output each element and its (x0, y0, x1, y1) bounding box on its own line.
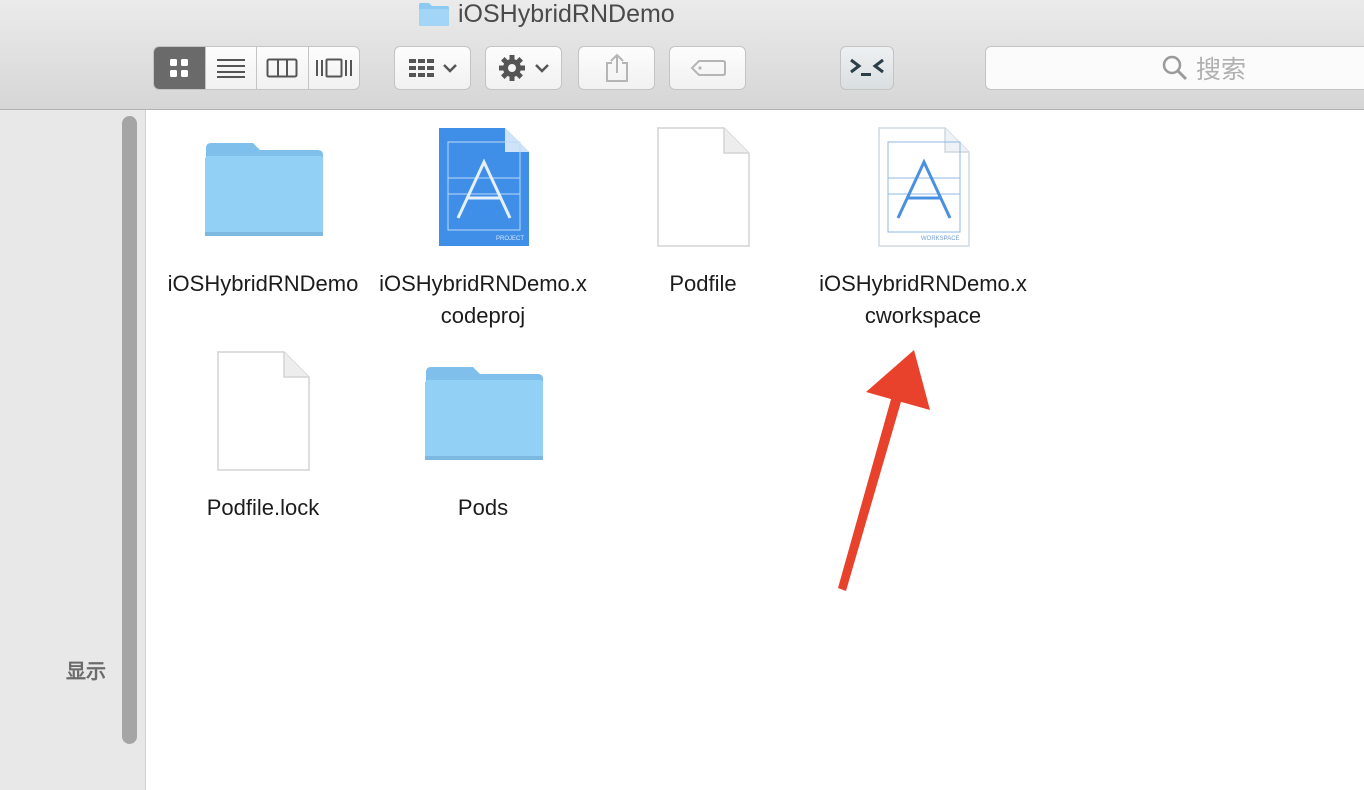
terminal-icon (850, 58, 884, 76)
column-view-button[interactable] (257, 47, 309, 89)
list-view-button[interactable] (206, 47, 257, 89)
workspace-badge-text: WORKSPACE (921, 236, 960, 242)
sidebar-show-label[interactable]: 显示 (66, 655, 106, 684)
terminal-button[interactable] (840, 46, 894, 90)
window-toolbar: iOSHybridRNDemo 搜索 (0, 0, 1364, 110)
file-item-folder[interactable]: iOSHybridRNDemo (158, 118, 368, 300)
file-name: iOSHybridRNDemo (167, 271, 359, 296)
coverflow-view-button[interactable] (309, 47, 360, 89)
window-title: iOSHybridRNDemo (418, 0, 675, 28)
arrange-button[interactable] (394, 46, 471, 90)
share-icon (605, 53, 628, 82)
coverflow-icon (315, 58, 352, 78)
arrange-grid-icon (408, 59, 457, 77)
file-item-xcodeproj[interactable]: PROJECT iOSHybridRNDemo.xcodeproj (378, 118, 588, 332)
icon-grid-icon (170, 59, 189, 77)
folder-icon (419, 3, 449, 26)
file-name: Pods (457, 495, 509, 520)
view-mode-control[interactable] (153, 46, 360, 90)
file-item-podfile[interactable]: Podfile (598, 118, 808, 300)
search-field[interactable]: 搜索 (985, 46, 1364, 90)
search-placeholder: 搜索 (1196, 56, 1247, 84)
folder-icon (425, 367, 543, 460)
xcode-project-icon: PROJECT (439, 128, 529, 246)
xcode-workspace-icon: WORKSPACE (878, 127, 970, 247)
list-icon (216, 59, 245, 78)
icon-view-button[interactable] (154, 47, 206, 89)
file-item-xcworkspace[interactable]: WORKSPACE iOSHybridRNDemo.xcworkspace (818, 118, 1028, 332)
search-icon (1162, 55, 1188, 81)
gear-icon (498, 55, 549, 81)
file-name: Podfile (669, 271, 737, 296)
project-badge-text: PROJECT (496, 236, 524, 242)
share-button[interactable] (578, 46, 655, 90)
window-title-text: iOSHybridRNDemo (458, 0, 675, 28)
document-icon (657, 127, 750, 247)
file-name: iOSHybridRNDemo.xcodeproj (379, 271, 587, 328)
tag-icon (690, 60, 726, 76)
action-button[interactable] (485, 46, 562, 90)
tag-button[interactable] (669, 46, 746, 90)
document-icon (217, 351, 310, 471)
sidebar-scrollbar[interactable] (122, 116, 137, 744)
folder-icon (205, 143, 323, 236)
file-name: Podfile.lock (206, 495, 320, 520)
columns-icon (266, 58, 298, 78)
file-name: iOSHybridRNDemo.xcworkspace (819, 271, 1027, 328)
file-item-pods[interactable]: Pods (378, 342, 588, 524)
file-item-podfile-lock[interactable]: Podfile.lock (158, 342, 368, 524)
sidebar: 显示 (0, 110, 146, 790)
